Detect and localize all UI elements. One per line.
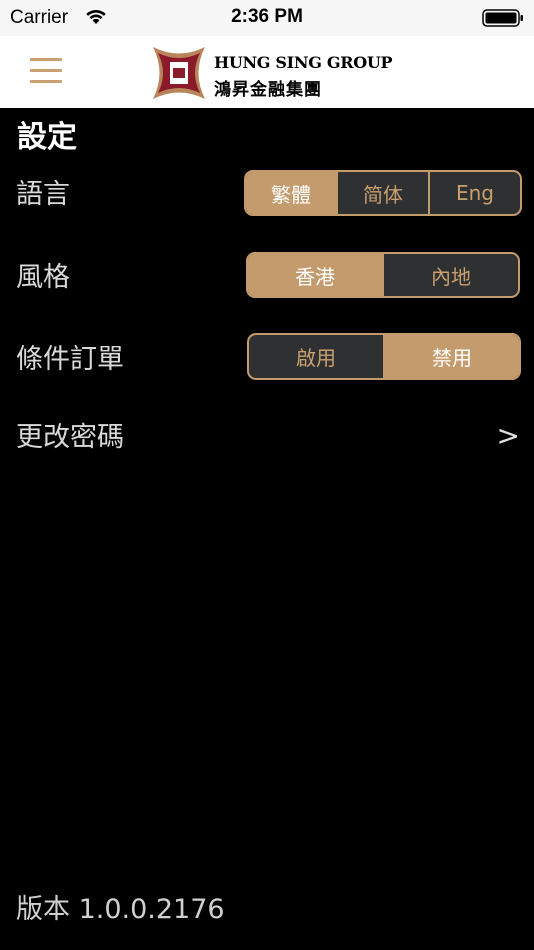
language-label: 語言	[16, 179, 70, 210]
logo-mark-icon	[153, 47, 205, 99]
logo-text-zh: 鴻昇金融集團	[214, 80, 322, 100]
app-header: HUNG SING GROUP 鴻昇金融集團	[0, 36, 534, 108]
language-option-traditional[interactable]: 繁體	[246, 172, 336, 214]
page-title: 設定	[17, 120, 77, 155]
logo-text-en: HUNG SING GROUP	[214, 53, 393, 72]
app-version: 版本 1.0.0.2176	[16, 894, 225, 925]
conditional-order-segmented-control: 啟用 禁用	[247, 333, 521, 380]
style-label: 風格	[16, 262, 70, 293]
clock: 2:36 PM	[231, 6, 303, 27]
language-option-english[interactable]: Eng	[428, 172, 520, 214]
chevron-right-icon[interactable]: >	[497, 419, 520, 452]
status-bar: Carrier 2:36 PM	[0, 0, 534, 36]
style-option-hongkong[interactable]: 香港	[248, 254, 382, 296]
language-option-simplified[interactable]: 简体	[336, 172, 428, 214]
conditional-order-option-disable[interactable]: 禁用	[383, 335, 519, 378]
company-logo: HUNG SING GROUP 鴻昇金融集團	[150, 44, 393, 102]
style-option-mainland[interactable]: 內地	[382, 254, 518, 296]
style-segmented-control: 香港 內地	[246, 252, 520, 298]
language-segmented-control: 繁體 简体 Eng	[244, 170, 522, 216]
conditional-order-label: 條件訂單	[16, 344, 124, 375]
battery-icon	[482, 9, 524, 31]
hamburger-menu-icon[interactable]	[30, 58, 62, 86]
change-password-item[interactable]: 更改密碼	[16, 415, 124, 454]
conditional-order-option-enable[interactable]: 啟用	[249, 335, 383, 378]
